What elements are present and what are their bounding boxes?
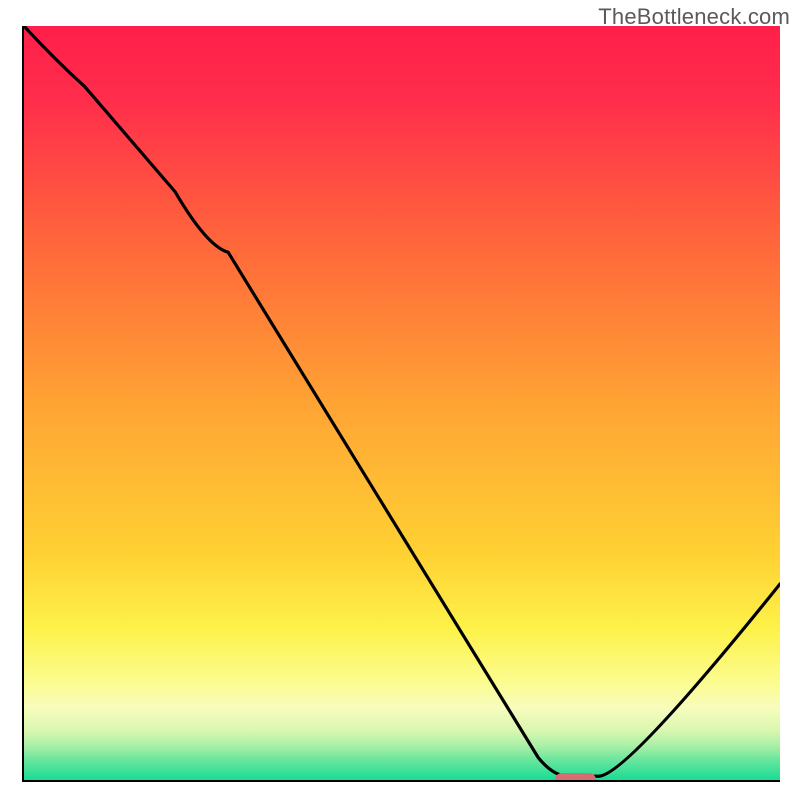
plot-area	[22, 26, 780, 782]
chart-canvas: TheBottleneck.com	[0, 0, 800, 800]
bottleneck-curve	[24, 26, 780, 780]
optimal-zone-marker	[555, 773, 597, 782]
